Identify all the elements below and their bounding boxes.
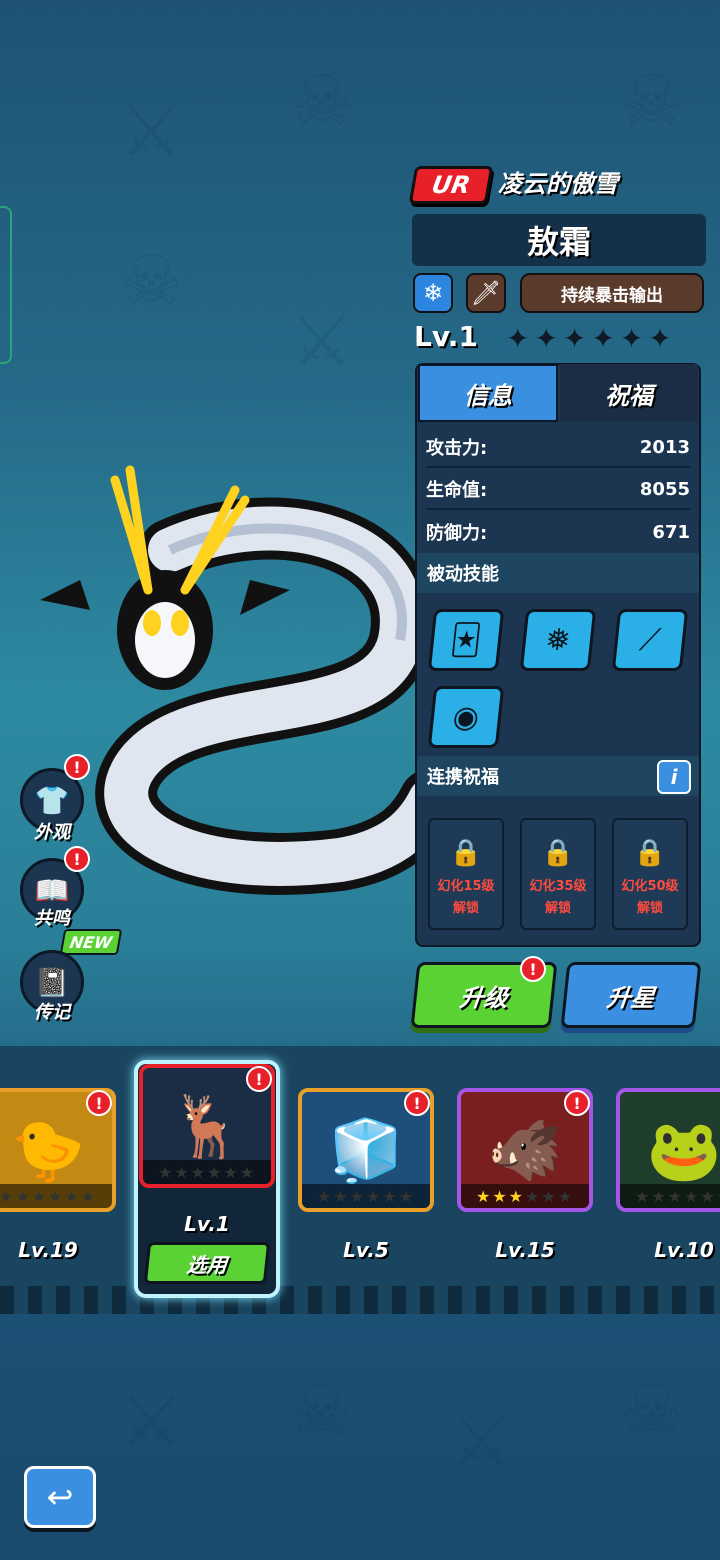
claw-slash-icon[interactable]: ⟋ [611,609,689,671]
unlock-label: 解锁 [544,901,571,916]
back-arrow-icon: ↩ [46,1478,74,1516]
card-stars: ★★★★★★ [143,1160,271,1184]
card-level: Lv.5 [343,1238,389,1262]
locked-bless-slot[interactable]: 🔒 幻化50级 解锁 [612,818,688,930]
passive-skills-heading: 被动技能 [417,553,699,593]
alert-badge: ! [64,846,90,872]
stat-row-hp: 生命值: 8055 [426,470,690,510]
card-stars: ★★★★★★ [0,1184,112,1208]
locked-bless-slot[interactable]: 🔒 幻化35级 解锁 [520,818,596,930]
left-edge-tab[interactable] [0,206,12,364]
stat-label: 防御力: [426,523,488,544]
snowflake-icon[interactable]: ❄ [413,273,453,313]
stat-label: 生命值: [426,480,488,501]
bg-sword-icon: ⚔ [120,1380,183,1462]
select-button[interactable]: 选用 [143,1242,271,1284]
unlock-requirement: 幻化35级 [529,879,587,894]
stat-label: 攻击力: [426,438,488,459]
alert-badge: ! [86,1090,112,1116]
bg-skull-icon: ☠ [620,1370,683,1452]
hero-title: 凌云的傲雪 [498,170,618,198]
card-stars: ★★★★★★ [302,1184,430,1208]
star-up-button[interactable]: 升星 [560,962,702,1028]
locked-bless-slot[interactable]: 🔒 幻化15级 解锁 [428,818,504,930]
alert-badge: ! [404,1090,430,1116]
bg-skull-icon: ☠ [290,1370,353,1452]
stat-value: 8055 [639,478,690,500]
bg-sword-icon: ⚔ [450,1400,513,1482]
role-tag[interactable]: 持续暴击输出 [520,273,704,313]
book-icon: 📖 [34,873,70,907]
roster-divider [0,1286,720,1314]
resonance-label: 共鸣 [34,908,70,929]
alert-badge: ! [64,754,90,780]
unlock-requirement: 幻化50级 [621,879,679,894]
alert-badge: ! [564,1090,590,1116]
unlock-label: 解锁 [452,901,479,916]
stat-row-defense: 防御力: 671 [426,512,690,552]
snowflakes-icon[interactable]: ❅ [519,609,597,671]
hero-level: Lv.1 [414,320,478,353]
bg-skull-icon: ☠ [120,240,183,322]
bg-skull-icon: ☠ [290,60,353,142]
appearance-label: 外观 [34,822,70,843]
bg-sword-icon: ⚔ [120,90,183,172]
alert-badge: ! [246,1066,272,1092]
lock-icon: 🔒 [449,838,483,868]
card-level: Lv.1 [184,1212,230,1236]
bg-sword-icon: ⚔ [290,300,353,382]
card-stars: ★★★★★★ [620,1184,720,1208]
star-rating: ✦✦✦✦✦✦ [506,322,677,355]
cards-dice-icon[interactable]: 🃏 [427,609,505,671]
rarity-badge: UR [408,166,494,204]
unlock-label: 解锁 [636,901,663,916]
stat-value: 671 [652,521,690,543]
new-badge: NEW [59,929,123,955]
unlock-requirement: 幻化15级 [437,879,495,894]
roster-card[interactable]: 🐸 ★★★★★★ [616,1088,720,1212]
biography-label: 传记 [34,1002,70,1023]
sword-icon[interactable]: 🗡 [466,273,506,313]
hero-name: 敖霜 [412,214,706,266]
dragon-emblem-icon[interactable]: ◉ [427,686,505,748]
bg-skull-icon: ☠ [620,60,683,142]
card-level: Lv.19 [18,1238,78,1262]
card-level: Lv.10 [654,1238,714,1262]
back-button[interactable]: ↩ [24,1466,96,1528]
lock-icon: 🔒 [633,838,667,868]
stat-value: 2013 [639,436,690,458]
card-level: Lv.15 [495,1238,555,1262]
tab-info[interactable]: 信息 [418,364,558,422]
alert-badge: ! [520,956,546,982]
card-stars: ★★★★★★ [461,1184,589,1208]
stat-row-attack: 攻击力: 2013 [426,428,690,468]
lock-icon: 🔒 [541,838,575,868]
info-icon[interactable]: i [657,760,691,794]
shirt-icon: 👕 [34,783,70,817]
tab-bless[interactable]: 祝福 [560,364,698,422]
journal-icon: 📓 [34,965,70,999]
